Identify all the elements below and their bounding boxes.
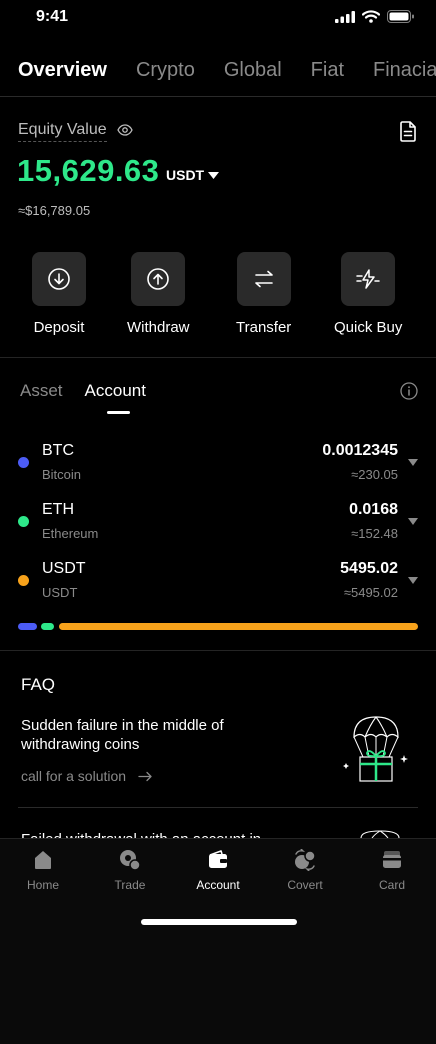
asset-symbol: BTC xyxy=(42,442,74,459)
home-icon xyxy=(35,851,51,869)
asset-amount: 0.0168 xyxy=(349,501,398,518)
transfer-icon-box xyxy=(236,252,291,306)
eye-icon[interactable] xyxy=(117,124,133,136)
quick-actions: Deposit Withdraw Transfer Quick Buy xyxy=(0,252,436,342)
asset-symbol: USDT xyxy=(42,560,86,577)
status-time: 9:41 xyxy=(36,8,69,25)
faq-question[interactable]: Sudden failure in the middle of withdraw… xyxy=(21,716,271,754)
asset-approx-value: ≈230.05 xyxy=(351,467,398,482)
caret-down-icon xyxy=(208,171,220,179)
divider xyxy=(0,650,436,651)
asset-amount: 5495.02 xyxy=(340,560,398,577)
equity-label[interactable]: Equity Value xyxy=(18,121,107,142)
wallet-icon xyxy=(209,850,227,868)
currency-select[interactable]: USDT xyxy=(166,167,220,183)
asset-row-usdt[interactable]: USDT USDT 5495.02 ≈5495.02 xyxy=(0,560,436,610)
asset-row-eth[interactable]: ETH Ethereum 0.0168 ≈152.48 xyxy=(0,501,436,551)
equity-value: 15,629.63 xyxy=(17,153,160,188)
caret-down-icon[interactable] xyxy=(408,459,418,466)
card-icon xyxy=(383,851,401,868)
currency-label: USDT xyxy=(166,167,205,183)
tab-financial[interactable]: Finacial xyxy=(373,50,436,94)
caret-down-icon[interactable] xyxy=(408,577,418,584)
tab-account[interactable]: Account xyxy=(85,381,146,401)
divider xyxy=(0,357,436,358)
transfer-label: Transfer xyxy=(236,319,292,336)
asset-approx-value: ≈152.48 xyxy=(351,526,398,541)
nav-home[interactable]: Home xyxy=(8,849,78,892)
gift-parachute-illustration xyxy=(343,716,408,782)
tab-crypto[interactable]: Crypto xyxy=(136,50,195,94)
faq-solution-link[interactable]: call for a solution xyxy=(21,768,153,784)
withdraw-icon xyxy=(147,268,170,290)
asset-symbol: ETH xyxy=(42,501,74,518)
quick-buy-label: Quick Buy xyxy=(334,319,403,336)
battery-icon xyxy=(387,10,414,23)
nav-label: Card xyxy=(378,878,405,892)
signal-icon xyxy=(335,10,355,23)
nav-label: Covert xyxy=(287,878,323,892)
nav-trade[interactable]: Trade xyxy=(95,849,165,892)
top-tabs: Overview Crypto Global Fiat Finacial xyxy=(18,50,436,94)
allocation-segment-eth xyxy=(41,623,54,630)
bottom-nav: Home Trade Account Covert Card xyxy=(0,838,436,1044)
tab-global[interactable]: Global xyxy=(224,50,282,94)
deposit-label: Deposit xyxy=(33,319,85,336)
asset-approx-value: ≈5495.02 xyxy=(343,585,398,600)
nav-label: Account xyxy=(196,878,240,892)
faq-link-label: call for a solution xyxy=(21,768,127,784)
tab-asset[interactable]: Asset xyxy=(20,381,63,401)
withdraw-label: Withdraw xyxy=(127,319,190,336)
trade-icon xyxy=(120,850,141,871)
asset-color-dot xyxy=(18,516,29,527)
convert-icon xyxy=(295,849,316,871)
asset-amount: 0.0012345 xyxy=(322,442,398,459)
asset-color-dot xyxy=(18,575,29,586)
wifi-icon xyxy=(362,10,380,23)
transfer-button[interactable]: Transfer xyxy=(236,252,291,336)
withdraw-button[interactable]: Withdraw xyxy=(127,252,190,336)
withdraw-icon-box xyxy=(131,252,186,306)
nav-account[interactable]: Account xyxy=(183,849,253,892)
nav-card[interactable]: Card xyxy=(357,849,427,892)
divider xyxy=(0,96,436,97)
deposit-button[interactable]: Deposit xyxy=(32,252,86,336)
faq-illustration xyxy=(360,830,400,838)
faq-title: FAQ xyxy=(21,675,56,694)
info-icon[interactable] xyxy=(400,382,418,400)
divider xyxy=(18,807,418,808)
active-tab-indicator xyxy=(107,411,130,414)
allocation-bar xyxy=(18,623,418,630)
arrow-right-icon xyxy=(138,771,152,781)
allocation-segment-usdt xyxy=(59,623,418,630)
nav-label: Trade xyxy=(114,878,146,892)
equity-approx: ≈$16,789.05 xyxy=(18,203,91,218)
deposit-icon-box xyxy=(32,252,86,306)
asset-name: Bitcoin xyxy=(42,467,82,482)
transfer-icon xyxy=(254,270,273,288)
nav-convert[interactable]: Covert xyxy=(270,849,340,892)
tab-fiat[interactable]: Fiat xyxy=(311,50,344,94)
asset-tabs: Asset Account xyxy=(20,381,146,401)
quick-buy-button[interactable]: Quick Buy xyxy=(334,252,402,336)
asset-color-dot xyxy=(18,457,29,468)
allocation-segment-btc xyxy=(18,623,37,630)
quick-buy-icon-box xyxy=(341,252,396,306)
nav-label: Home xyxy=(26,878,59,892)
quick-buy-icon xyxy=(356,269,380,289)
document-icon[interactable] xyxy=(400,121,416,142)
asset-row-btc[interactable]: BTC Bitcoin 0.0012345 ≈230.05 xyxy=(0,442,436,492)
caret-down-icon[interactable] xyxy=(408,518,418,525)
status-bar: 9:41 xyxy=(0,0,436,36)
status-icons xyxy=(335,10,414,23)
asset-name: Ethereum xyxy=(42,526,99,541)
asset-name: USDT xyxy=(42,585,78,600)
deposit-icon xyxy=(48,268,70,290)
home-indicator[interactable] xyxy=(141,919,297,925)
tab-overview[interactable]: Overview xyxy=(18,50,107,94)
